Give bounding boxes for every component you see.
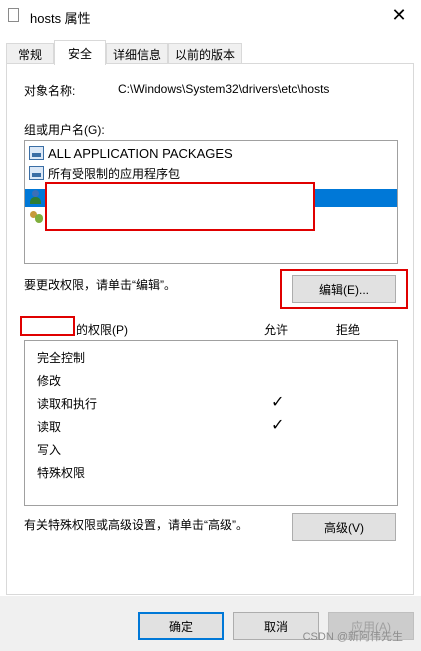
tab-security[interactable]: 安全 xyxy=(54,40,106,65)
group-icon xyxy=(29,146,44,160)
permission-row: 读取 xyxy=(37,419,62,434)
permission-row: 写入 xyxy=(37,442,62,457)
users-icon xyxy=(29,210,44,224)
allow-check-icon: ✓ xyxy=(271,394,285,411)
permission-row: 读取和执行 xyxy=(37,396,98,411)
deny-column-header: 拒绝 xyxy=(336,323,361,337)
list-item-all-app-packages[interactable]: ALL APPLICATION PACKAGES xyxy=(29,143,233,163)
close-icon: ✕ xyxy=(391,5,407,25)
file-icon xyxy=(8,8,19,22)
redaction-box-users xyxy=(45,182,315,231)
redaction-box-principal xyxy=(20,316,75,336)
permission-row: 特殊权限 xyxy=(37,465,86,480)
list-item-restricted-packages[interactable]: 所有受限制的应用程序包 xyxy=(29,163,180,183)
advanced-button[interactable]: 高级(V) xyxy=(292,513,396,541)
ok-button[interactable]: 确定 xyxy=(138,612,224,640)
title-bar: hosts 属性 ✕ xyxy=(0,0,421,31)
permission-row: 完全控制 xyxy=(37,350,86,365)
advanced-hint: 有关特殊权限或高级设置，请单击“高级”。 xyxy=(24,518,248,532)
highlight-box-edit xyxy=(280,269,408,309)
allow-check-icon: ✓ xyxy=(271,417,285,434)
object-name-label: 对象名称: xyxy=(24,84,76,98)
group-list-label: 组或用户名(G): xyxy=(24,123,105,137)
group-name: ALL APPLICATION PACKAGES xyxy=(48,145,233,161)
watermark-text: CSDN @新阿伟先生 xyxy=(302,631,403,643)
group-name: 所有受限制的应用程序包 xyxy=(48,166,181,181)
allow-column-header: 允许 xyxy=(264,323,289,337)
object-name-value: C:\Windows\System32\drivers\etc\hosts xyxy=(118,82,330,96)
tab-previous-versions[interactable]: 以前的版本 xyxy=(168,43,242,64)
permission-row: 修改 xyxy=(37,373,62,388)
tab-general[interactable]: 常规 xyxy=(6,43,54,64)
permissions-header: 的权限(P) xyxy=(76,323,128,337)
user-icon xyxy=(29,190,42,204)
permissions-list: 完全控制 修改 读取和执行 读取 写入 特殊权限 ✓ ✓ xyxy=(24,340,398,506)
window-title: hosts 属性 xyxy=(30,11,91,26)
group-icon xyxy=(29,166,44,180)
change-permissions-hint: 要更改权限，请单击“编辑”。 xyxy=(24,278,176,292)
close-button[interactable]: ✕ xyxy=(377,0,421,31)
tab-details[interactable]: 详细信息 xyxy=(106,43,168,64)
list-item-user[interactable] xyxy=(29,187,46,207)
